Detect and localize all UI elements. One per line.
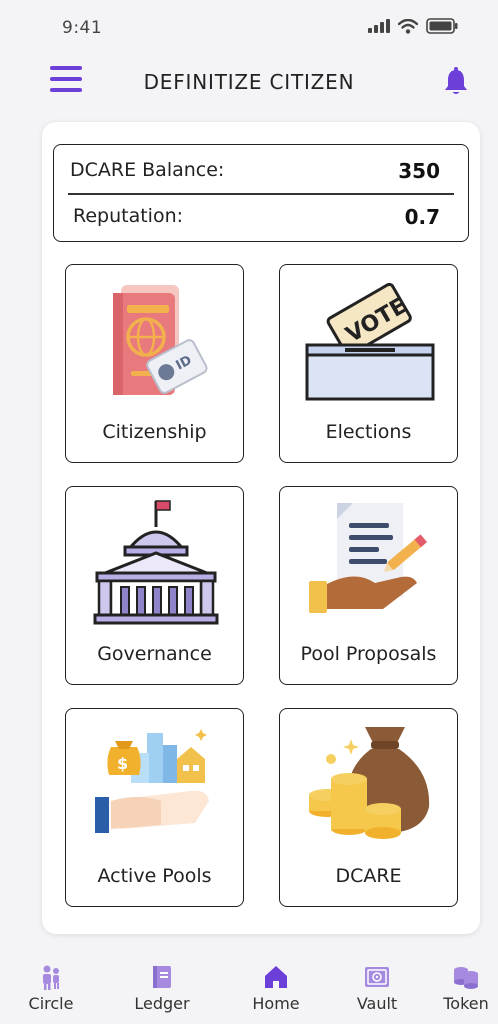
- tile-label: Active Pools: [97, 865, 212, 887]
- stats-panel: DCARE Balance: 350 Reputation: 0.7: [53, 144, 469, 242]
- notification-bell-icon[interactable]: [443, 66, 469, 96]
- tile-elections[interactable]: VOTE Elections: [279, 264, 458, 463]
- money-bag-coins-icon: [309, 727, 430, 839]
- tile-governance[interactable]: Governance: [65, 486, 244, 685]
- nav-home[interactable]: Home: [236, 956, 316, 1020]
- capitol-building-icon: [93, 500, 219, 625]
- reputation-value: 0.7: [404, 205, 440, 229]
- app-header: DEFINITIZE CITIZEN: [0, 56, 498, 110]
- status-icons: [368, 18, 458, 34]
- status-time: 9:41: [62, 18, 103, 38]
- tile-label: Citizenship: [102, 421, 207, 443]
- vault-icon: [365, 967, 389, 987]
- reputation-row: Reputation: 0.7: [54, 195, 468, 239]
- signal-icon: [368, 19, 390, 33]
- main-card: DCARE Balance: 350 Reputation: 0.7 ID Ci…: [42, 122, 480, 934]
- nav-token[interactable]: Token: [434, 956, 498, 1020]
- money-city-hand-icon: $: [95, 729, 209, 833]
- battery-icon: [426, 18, 458, 34]
- tile-label: DCARE: [335, 865, 402, 887]
- nav-label: Ledger: [134, 994, 190, 1013]
- tile-citizenship[interactable]: ID Citizenship: [65, 264, 244, 463]
- nav-label: Circle: [28, 994, 74, 1013]
- balance-value: 350: [398, 159, 440, 183]
- page-title: DEFINITIZE CITIZEN: [143, 70, 355, 94]
- tile-dcare[interactable]: DCARE: [279, 708, 458, 907]
- passport-icon: ID: [113, 285, 208, 395]
- people-icon: [43, 965, 59, 990]
- balance-label: DCARE Balance:: [70, 159, 225, 181]
- tile-label: Governance: [97, 643, 212, 665]
- nav-ledger[interactable]: Ledger: [122, 956, 202, 1020]
- status-bar: 9:41: [0, 0, 498, 56]
- document-proposal-icon: [309, 503, 428, 613]
- nav-circle[interactable]: Circle: [11, 956, 91, 1020]
- coins-icon: [454, 967, 478, 989]
- tile-label: Pool Proposals: [300, 643, 437, 665]
- tile-label: Elections: [325, 421, 412, 443]
- tile-active-pools[interactable]: $ Active Pools: [65, 708, 244, 907]
- nav-label: Vault: [356, 994, 398, 1013]
- bottom-nav: Circle Ledger Home Vault Token: [0, 956, 498, 1024]
- svg-text:$: $: [117, 754, 128, 773]
- balance-row: DCARE Balance: 350: [54, 149, 468, 193]
- nav-label: Token: [443, 994, 489, 1013]
- reputation-label: Reputation:: [73, 205, 184, 227]
- tile-pool-proposals[interactable]: Pool Proposals: [279, 486, 458, 685]
- nav-vault[interactable]: Vault: [337, 956, 417, 1020]
- book-icon: [153, 966, 171, 988]
- wifi-icon: [398, 18, 418, 34]
- ballot-box-icon: VOTE: [305, 282, 435, 401]
- home-icon: [265, 966, 287, 988]
- nav-label: Home: [252, 994, 300, 1013]
